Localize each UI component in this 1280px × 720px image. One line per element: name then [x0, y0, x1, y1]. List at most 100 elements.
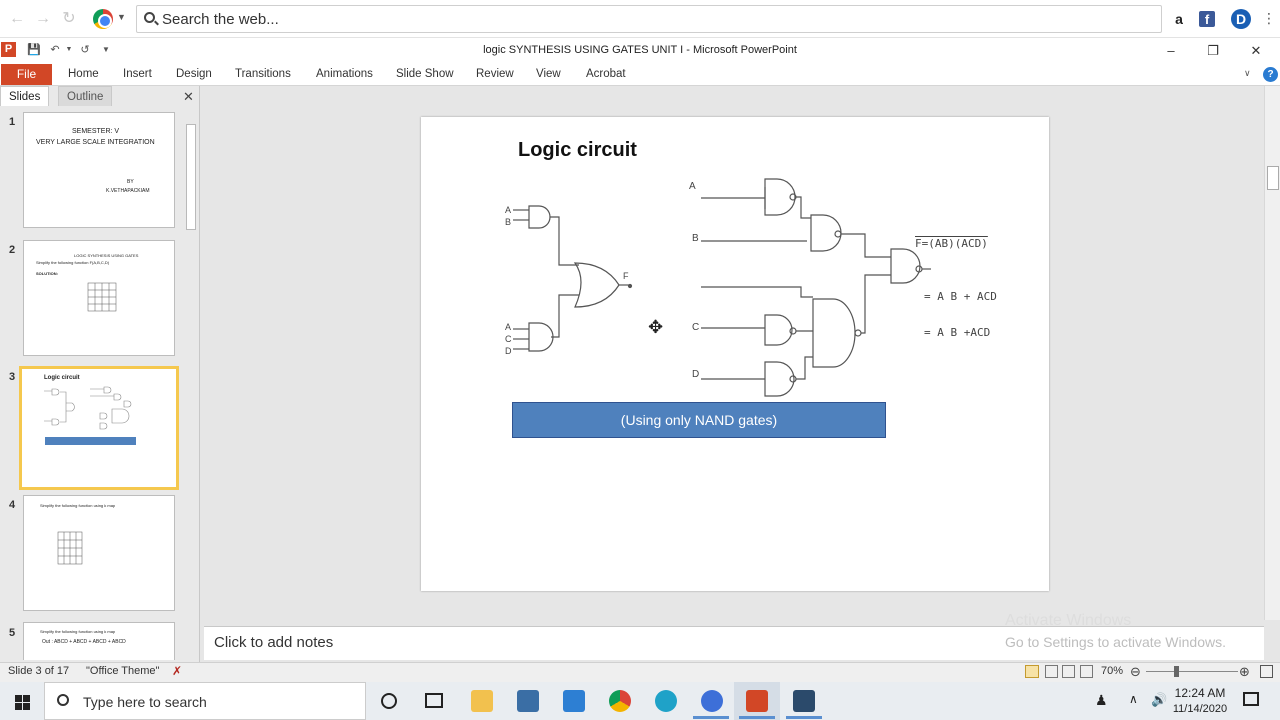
circuit-label-c: C [505, 334, 512, 344]
taskbar-search-input[interactable]: Type here to search [44, 682, 366, 720]
thumb-text: K.VETHAPACKIAM [106, 188, 150, 194]
tab-insert[interactable]: Insert [123, 64, 152, 85]
chevron-down-icon[interactable]: ▼ [117, 12, 126, 22]
activation-watermark-title: Activate Windows [1005, 612, 1132, 629]
kmap-image [57, 531, 83, 565]
thumb-text: Simplify the following function using k … [40, 629, 116, 634]
slide-counter: Slide 3 of 17 [8, 665, 70, 677]
zoom-level[interactable]: 70% [1101, 665, 1123, 677]
mail-icon[interactable] [563, 690, 585, 712]
tab-slide-show[interactable]: Slide Show [396, 64, 454, 85]
search-icon [144, 12, 155, 23]
tab-slides[interactable]: Slides [0, 86, 50, 106]
active-indicator [693, 716, 729, 719]
input-label-a: A [689, 181, 696, 192]
scroll-thumb[interactable] [186, 124, 196, 230]
circuit-mini-image [44, 386, 132, 430]
slide-number: 1 [9, 116, 16, 128]
slide-number: 5 [9, 627, 16, 639]
notifications-icon[interactable] [1243, 692, 1259, 706]
thumb-banner [45, 437, 136, 445]
thumb-text: Out : ABCD + ABCD + ABCD + ABCD [42, 639, 126, 645]
thumb-text: Logic circuit [44, 375, 80, 381]
slide-thumbnail-4[interactable]: Simplify the following function using k … [23, 495, 175, 611]
forward-icon[interactable]: → [34, 10, 52, 28]
scroll-thumb[interactable] [1267, 166, 1279, 190]
task-view-icon[interactable] [425, 693, 443, 708]
thumb-text: VERY LARGE SCALE INTEGRATION [36, 139, 155, 146]
zoom-out-icon[interactable]: ⊖ [1130, 664, 1141, 680]
tab-review[interactable]: Review [476, 64, 514, 85]
search-input[interactable]: Search the web... [136, 5, 1162, 33]
ribbon-collapse-icon[interactable]: ∨ [1244, 68, 1251, 79]
theme-name: "Office Theme" [86, 665, 160, 677]
reload-icon[interactable]: ↻ [60, 10, 78, 28]
minimize-icon[interactable]: – [1156, 42, 1186, 60]
profile-avatar[interactable]: D [1231, 9, 1251, 29]
close-icon[interactable]: ✕ [1241, 42, 1271, 60]
clock-time[interactable]: 12:24 AM [1170, 686, 1230, 700]
thumb-text: Simplify the following function F(A,B,C,… [36, 260, 110, 265]
notes-placeholder: Click to add notes [214, 634, 334, 651]
edge-icon[interactable] [655, 690, 677, 712]
input-label-b: B [692, 233, 699, 244]
tab-file[interactable]: File [1, 64, 52, 85]
zoom-slider-handle[interactable] [1174, 666, 1179, 677]
tab-transitions[interactable]: Transitions [235, 64, 291, 85]
slide-thumbnail-1[interactable]: SEMESTER: V VERY LARGE SCALE INTEGRATION… [23, 112, 175, 228]
nand-caption-box[interactable]: (Using only NAND gates) [512, 402, 886, 438]
chrome-taskbar-icon[interactable] [609, 690, 631, 712]
file-explorer-icon[interactable] [471, 690, 493, 712]
tray-chevron-icon[interactable]: ∧ [1129, 692, 1138, 706]
chrome-logo-icon[interactable] [93, 9, 113, 29]
slides-pane-scrollbar[interactable] [184, 112, 198, 660]
restore-icon[interactable]: ❐ [1198, 42, 1228, 60]
tab-home[interactable]: Home [68, 64, 99, 85]
volume-icon[interactable]: 🔊 [1151, 692, 1167, 708]
calculator-icon[interactable] [793, 690, 815, 712]
amazon-extension-icon[interactable]: a [1169, 9, 1189, 29]
slide-number: 3 [9, 371, 16, 383]
slide-thumbnail-3[interactable]: Logic circuit [19, 366, 179, 490]
logic-circuit-diagram[interactable] [421, 117, 1049, 407]
tab-design[interactable]: Design [176, 64, 212, 85]
thumb-text: LOGIC SYNTHESIS USING GATES [74, 253, 139, 258]
slide-sorter-icon[interactable] [1045, 665, 1058, 678]
slideshow-view-icon[interactable] [1080, 665, 1093, 678]
people-icon[interactable]: ♟ [1095, 692, 1108, 709]
zoom-slider[interactable] [1146, 671, 1238, 672]
search-placeholder: Search the web... [162, 11, 279, 28]
cortana-icon[interactable] [381, 693, 397, 709]
back-icon[interactable]: ← [8, 10, 26, 28]
normal-view-icon[interactable] [1025, 665, 1039, 678]
tab-acrobat[interactable]: Acrobat [586, 64, 626, 85]
thumb-text: SOLUTION: [36, 271, 58, 276]
tab-animations[interactable]: Animations [316, 64, 373, 85]
equation-line-1: F=(AB)(ACD) [915, 237, 988, 250]
slide-scrollbar[interactable] [1264, 86, 1280, 620]
tab-view[interactable]: View [536, 64, 561, 85]
tab-outline[interactable]: Outline [58, 86, 113, 106]
close-icon[interactable]: ✕ [183, 89, 194, 105]
menu-dots-icon[interactable]: ⋮ [1262, 10, 1276, 27]
circuit-label-a: A [505, 322, 512, 332]
active-indicator [739, 716, 775, 719]
start-button[interactable] [0, 682, 44, 720]
slide-thumbnail-5[interactable]: Simplify the following function using k … [23, 622, 175, 660]
spellcheck-icon[interactable]: ✗ [172, 664, 188, 679]
zoom-in-icon[interactable]: ⊕ [1239, 664, 1250, 680]
equation-line-3: = A B +ACD [924, 326, 991, 339]
circuit-label-b: B [505, 217, 512, 227]
chrome-profile-taskbar-icon[interactable] [701, 690, 723, 712]
activation-watermark-text: Go to Settings to activate Windows. [1005, 634, 1226, 650]
circuit-label-a-bar: A [505, 205, 512, 215]
fit-to-window-icon[interactable] [1260, 665, 1273, 678]
help-icon[interactable]: ? [1263, 67, 1278, 82]
slide-thumbnail-2[interactable]: LOGIC SYNTHESIS USING GATES Simplify the… [23, 240, 175, 356]
clock-date[interactable]: 11/14/2020 [1170, 703, 1230, 715]
reading-view-icon[interactable] [1062, 665, 1075, 678]
facebook-extension-icon[interactable]: f [1199, 11, 1215, 27]
slide-canvas[interactable]: Logic circuit A B A C D F A B C D F=(AB)… [421, 117, 1049, 591]
powerpoint-taskbar-icon[interactable] [746, 690, 768, 712]
store-icon[interactable] [517, 690, 539, 712]
